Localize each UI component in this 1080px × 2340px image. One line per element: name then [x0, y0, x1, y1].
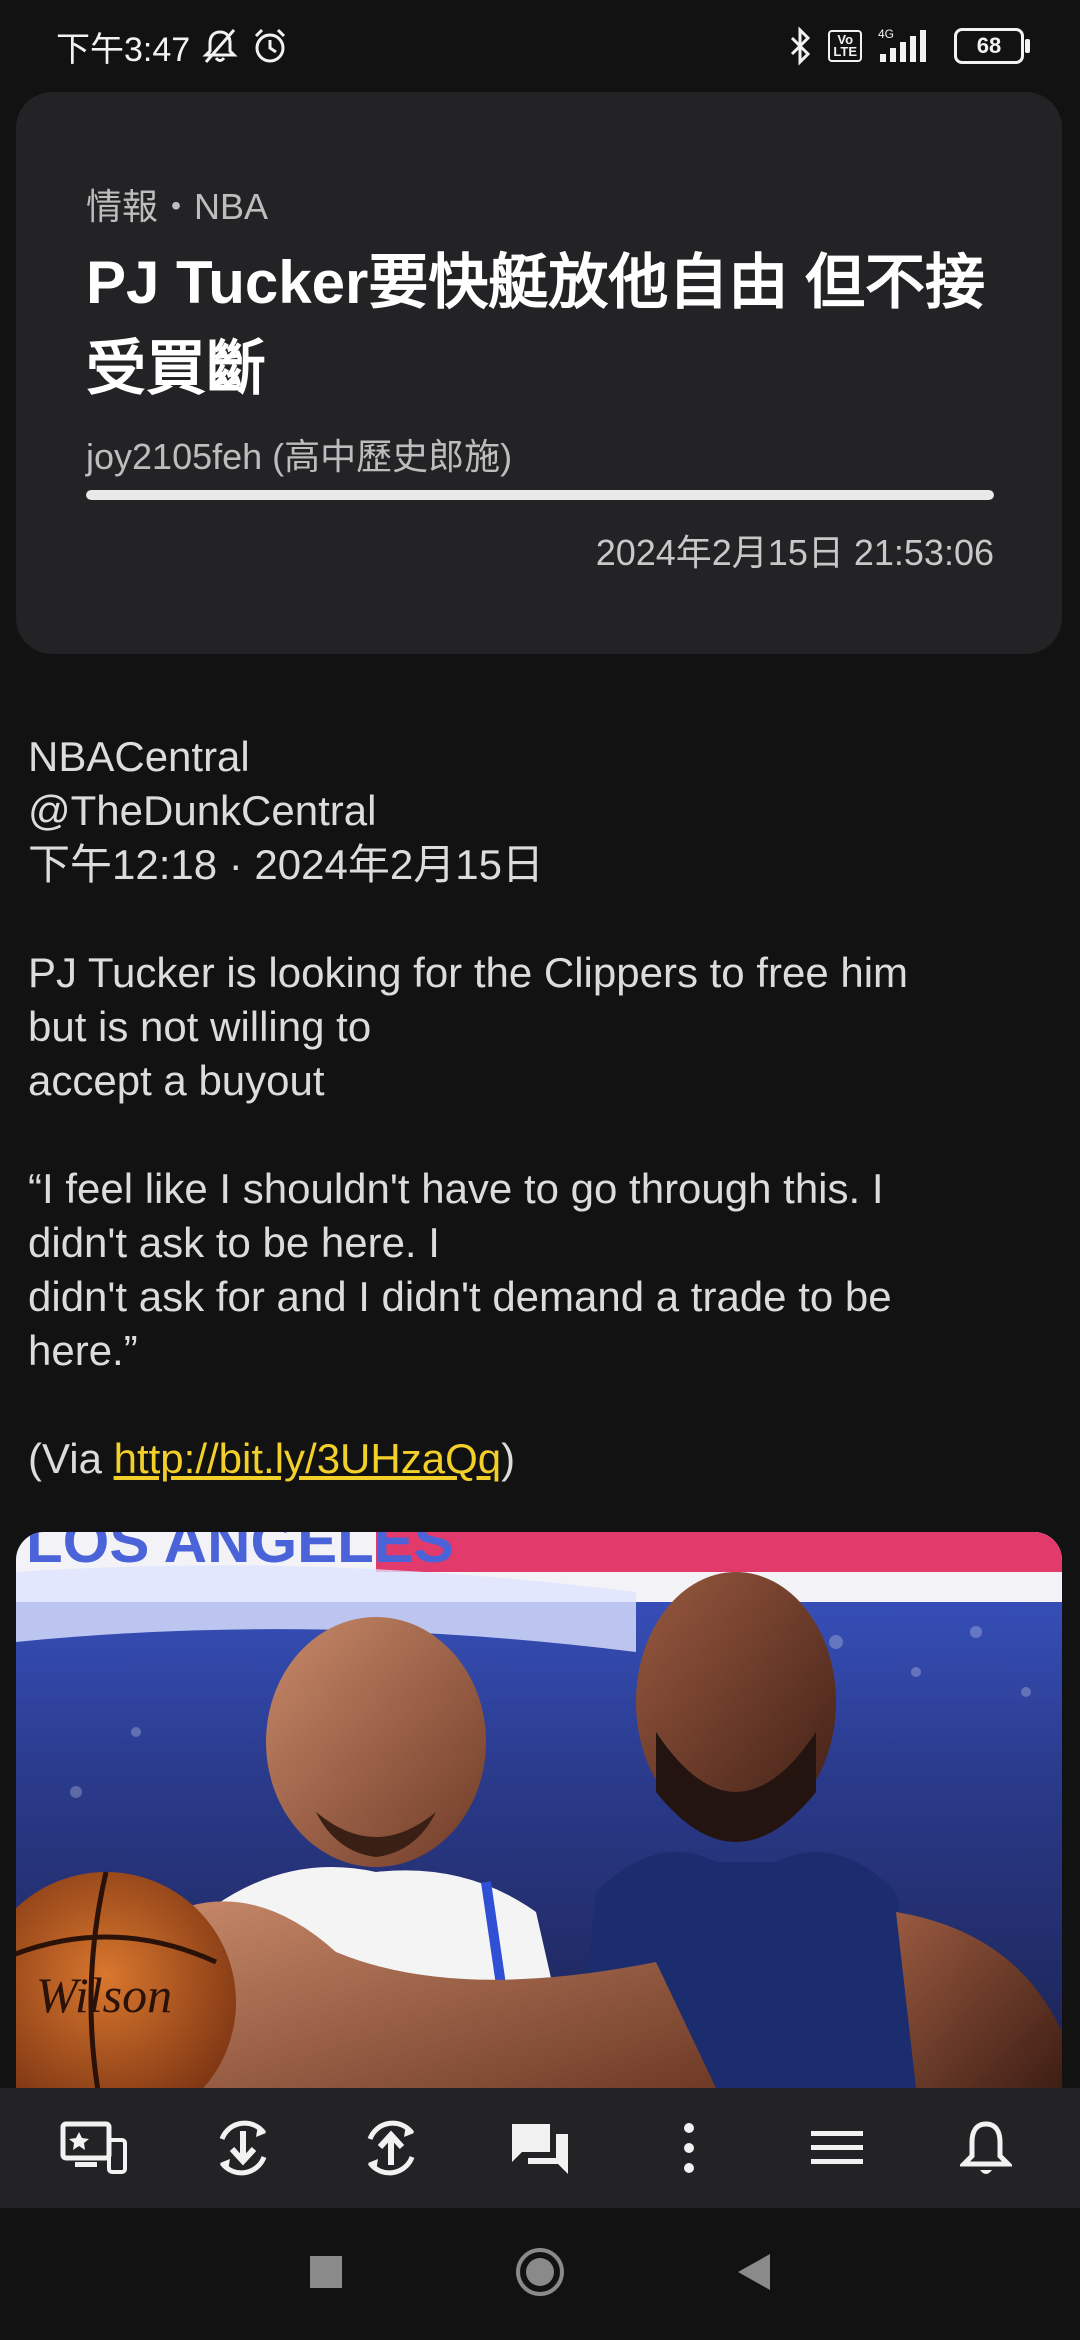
network-label: 4G — [878, 27, 894, 41]
comments-button[interactable] — [480, 2098, 600, 2198]
screen-button[interactable] — [34, 2098, 154, 2198]
via-line: (Via http://bit.ly/3UHzaQq) — [28, 1432, 1048, 1486]
home-circle-icon — [516, 2247, 564, 2296]
comments-icon — [511, 2124, 568, 2174]
source-time: 下午12:18 · 2024年2月15日 — [28, 841, 544, 888]
article-author[interactable]: joy2105feh (高中歷史郎施) — [86, 428, 512, 480]
article-category[interactable]: 情報・NBA — [86, 178, 268, 230]
system-nav-bar — [0, 2208, 1080, 2340]
crowd-lights — [70, 1626, 1031, 1798]
download-icon — [219, 2120, 267, 2176]
quote-line: here.” — [28, 1327, 138, 1374]
volte-icon: Vo LTE — [828, 30, 862, 62]
download-button[interactable] — [183, 2098, 303, 2198]
more-button[interactable] — [629, 2098, 749, 2198]
status-bar: 下午3:47 Vo LTE 4G 68 — [0, 0, 1080, 92]
via-suffix: ) — [501, 1435, 516, 1482]
paragraph-line: PJ Tucker is looking for the Clippers to… — [28, 949, 909, 996]
article-title: PJ Tucker要快艇放他自由 但不接受買斷 — [86, 249, 986, 402]
source-link[interactable]: http://bit.ly/3UHzaQq — [114, 1435, 502, 1482]
article-date: 2024年2月15日 21:53:06 — [595, 532, 994, 573]
more-vert-icon — [683, 2123, 694, 2173]
read-progress-fill — [86, 490, 994, 500]
upload-icon — [368, 2120, 415, 2176]
back-triangle-icon — [738, 2253, 770, 2290]
menu-button[interactable] — [777, 2098, 897, 2198]
screen-icon — [60, 2121, 128, 2174]
source-name: NBACentral — [28, 733, 250, 780]
read-progress-bar — [86, 490, 994, 500]
upload-button[interactable] — [331, 2098, 451, 2198]
battery-level: 68 — [976, 33, 1002, 58]
quote-line: didn't ask to be here. I — [28, 1219, 440, 1266]
quote-line: “I feel like I shouldn't have to go thro… — [28, 1165, 884, 1212]
quote-line: didn't ask for and I didn't demand a tra… — [28, 1273, 892, 1320]
paragraph-line: accept a buyout — [28, 1057, 325, 1104]
article-header-card: 情報・NBA PJ Tucker要快艇放他自由 但不接受買斷 joy2105fe… — [16, 92, 1062, 654]
notifications-button[interactable] — [926, 2098, 1046, 2198]
alarm-icon — [255, 28, 286, 63]
article-photo[interactable]: LOS ANGELES Wilson — [16, 1532, 1062, 2088]
bell-icon — [959, 2121, 1012, 2174]
signal-icon: 4G — [878, 27, 926, 62]
recents-button[interactable] — [308, 2254, 344, 2295]
home-button[interactable] — [514, 2246, 566, 2303]
status-time: 下午3:47 — [56, 30, 191, 69]
bluetooth-icon — [791, 26, 811, 66]
source-handle: @TheDunkCentral — [28, 787, 377, 834]
via-prefix: (Via — [28, 1435, 114, 1482]
back-button[interactable] — [736, 2252, 772, 2297]
photo-illustration: LOS ANGELES Wilson — [16, 1532, 1062, 2088]
status-left: 下午3:47 — [56, 22, 290, 70]
battery-icon: 68 — [954, 28, 1030, 64]
ball-brand-text: Wilson — [36, 1967, 172, 2023]
mute-icon — [202, 29, 238, 63]
bottom-toolbar — [0, 2088, 1080, 2208]
article-body: NBACentral @TheDunkCentral 下午12:18 · 202… — [28, 730, 1048, 1486]
square-icon — [310, 2255, 342, 2288]
menu-icon — [811, 2131, 864, 2164]
status-right: Vo LTE 4G 68 — [788, 22, 1030, 70]
paragraph-line: but is not willing to — [28, 1003, 372, 1050]
left-player-head — [266, 1617, 486, 1867]
